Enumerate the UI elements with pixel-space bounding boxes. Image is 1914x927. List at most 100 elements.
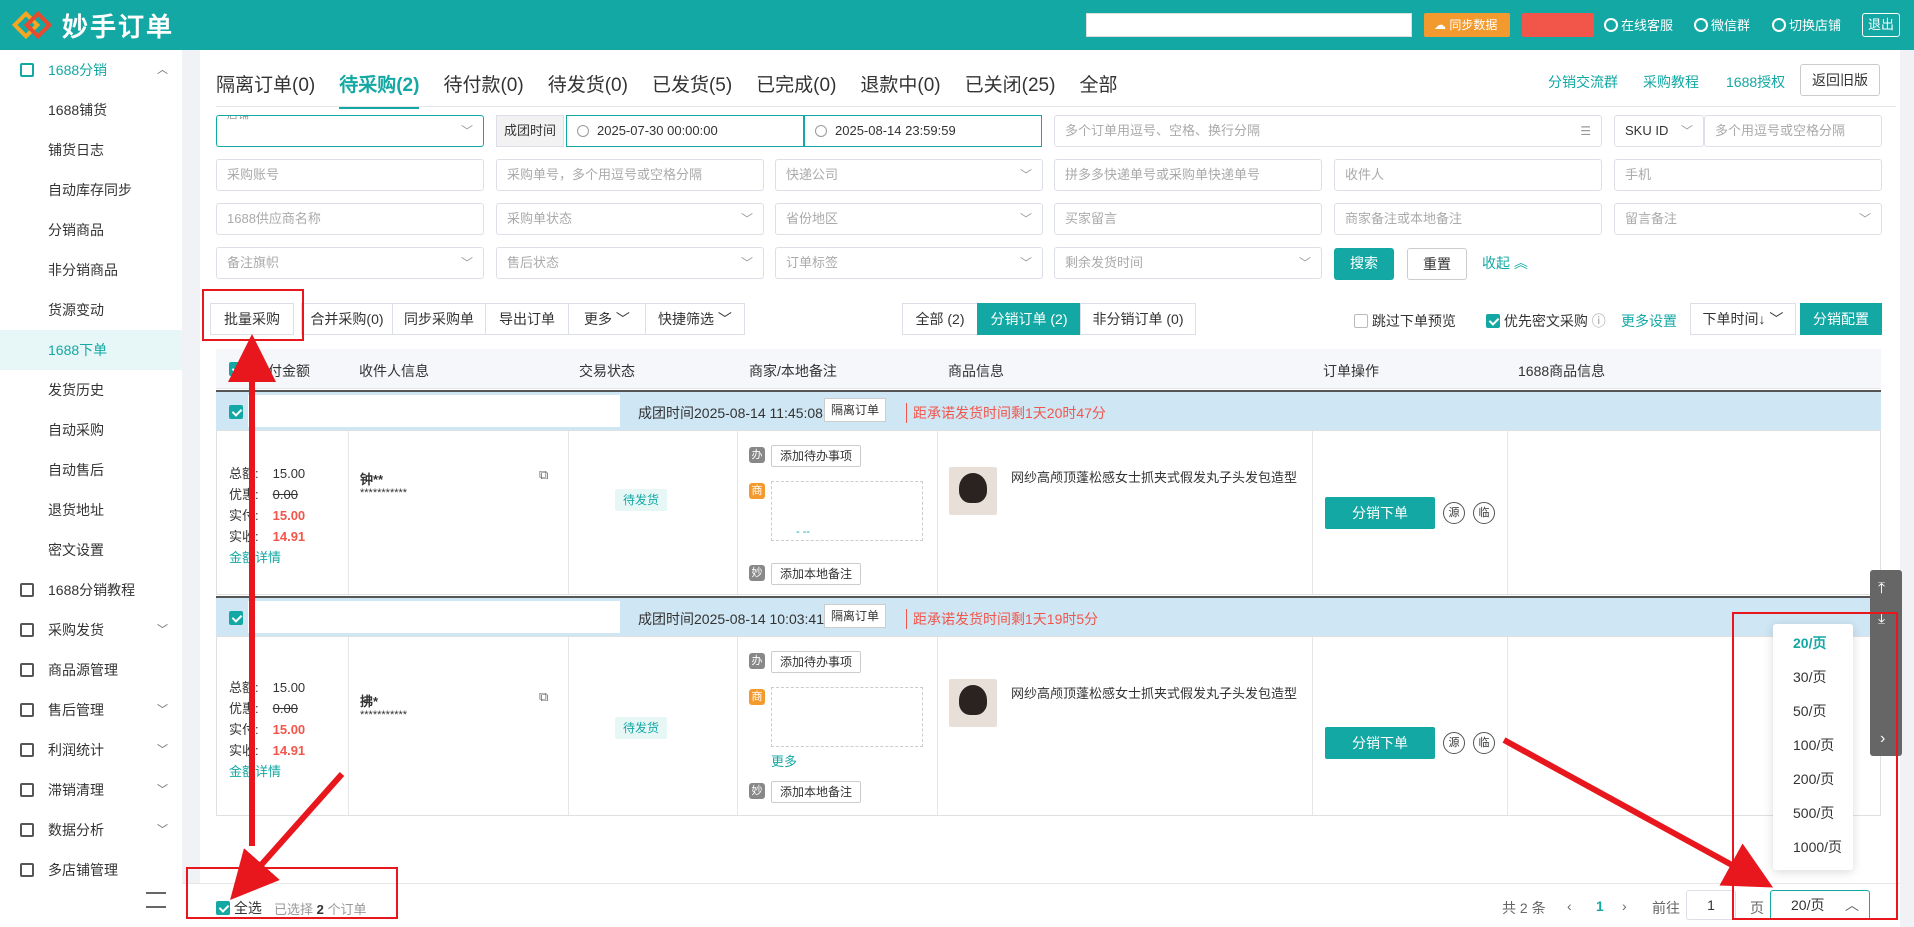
shop-select[interactable]: 店铺 ﹀ [216, 115, 484, 147]
purchase-status-select[interactable]: 采购单状态 ﹀ [496, 203, 764, 235]
amount-detail-link[interactable]: 金额详情 [229, 547, 305, 568]
sidebar-group[interactable]: 多店铺管理 [0, 850, 182, 890]
message-note-select[interactable]: 留言备注 ﹀ [1614, 203, 1882, 235]
sidebar-group[interactable]: 售后管理 ﹀ [0, 690, 182, 730]
product-image[interactable] [949, 467, 997, 515]
prefer-cipher-option[interactable]: 优先密文采购 ⓘ [1486, 311, 1606, 331]
tab-to-pay[interactable]: 待付款(0) [443, 70, 523, 109]
distribution-group-link[interactable]: 分销交流群 [1548, 72, 1618, 92]
filter-all-button[interactable]: 全部 (2) [902, 303, 978, 335]
more-settings-link[interactable]: 更多设置 [1621, 311, 1677, 331]
order-checkbox[interactable] [229, 405, 243, 420]
order-tag-select[interactable]: 订单标签 ﹀ [775, 247, 1043, 279]
sidebar-group[interactable]: 利润统计 ﹀ [0, 730, 182, 770]
sort-select[interactable]: 下单时间↓ ﹀ [1690, 303, 1796, 335]
merchant-note-input[interactable]: 商家备注或本地备注 [1334, 203, 1602, 235]
date-start-input[interactable]: 2025-07-30 00:00:00 [566, 115, 804, 147]
distribution-order-button[interactable]: 分销下单 [1325, 727, 1435, 759]
sidebar-group-1688[interactable]: 1688分销 ︿ [0, 50, 182, 90]
tab-isolated[interactable]: 隔离订单(0) [216, 70, 315, 109]
sidebar-item[interactable]: 自动采购 [0, 410, 182, 450]
old-version-button[interactable]: 返回旧版 [1800, 64, 1880, 96]
filter-distribution-button[interactable]: 分销订单 (2) [977, 303, 1081, 335]
next-page-button[interactable]: › [1622, 898, 1627, 914]
help-icon[interactable]: ⓘ [1592, 313, 1606, 329]
merge-purchase-button[interactable]: 合并采购(0) [301, 303, 393, 335]
product-title[interactable]: 网纱高颅顶蓬松感女士抓夹式假发丸子头发包造型 [1011, 467, 1297, 486]
quick-filter-button[interactable]: 快捷筛选 ﹀ [645, 303, 745, 335]
skip-preview-checkbox[interactable] [1354, 314, 1368, 328]
sidebar-item[interactable]: 分销商品 [0, 210, 182, 250]
region-select[interactable]: 省份地区 ﹀ [775, 203, 1043, 235]
sidebar-item[interactable]: 发货历史 [0, 370, 182, 410]
buyer-message-input[interactable]: 买家留言 [1054, 203, 1322, 235]
add-todo-button[interactable]: 添加待办事项 [771, 651, 862, 673]
filter-non-distribution-button[interactable]: 非分销订单 (0) [1080, 303, 1196, 335]
order-checkbox[interactable] [229, 611, 243, 626]
top-search-input[interactable] [1086, 13, 1412, 37]
batch-input-icon[interactable]: ☰ [1580, 116, 1591, 146]
reset-button[interactable]: 重置 [1407, 248, 1467, 280]
sidebar-item[interactable]: 自动售后 [0, 450, 182, 490]
distribution-order-button[interactable]: 分销下单 [1325, 497, 1435, 529]
sku-type-select[interactable]: SKU ID ﹀ [1614, 115, 1704, 147]
collapse-filters-link[interactable]: 收起 ︽ [1478, 248, 1532, 280]
export-orders-button[interactable]: 导出订单 [485, 303, 569, 335]
header-checkbox[interactable] [229, 362, 243, 376]
purchase-no-input[interactable]: 采购单号，多个用逗号或空格分隔 [496, 159, 764, 191]
more-link[interactable]: 更多 [771, 751, 797, 770]
tab-closed[interactable]: 已关闭(25) [965, 70, 1056, 109]
tab-to-ship[interactable]: 待发货(0) [548, 70, 628, 109]
product-image[interactable] [949, 679, 997, 727]
merchant-note-box[interactable]: - -- [771, 481, 923, 541]
collapse-sidebar-icon[interactable] [146, 892, 166, 908]
courier-select[interactable]: 快递公司 ﹀ [775, 159, 1043, 191]
copy-icon[interactable]: ⧉ [539, 689, 548, 705]
tracking-no-input[interactable]: 拼多多快递单号或采购单快递单号 [1054, 159, 1322, 191]
add-todo-button[interactable]: 添加待办事项 [771, 445, 862, 467]
phone-input[interactable]: 手机 [1614, 159, 1882, 191]
source-icon[interactable]: 源 [1443, 502, 1465, 524]
isolate-order-button[interactable]: 隔离订单 [824, 604, 887, 628]
sidebar-item-1688-order[interactable]: 1688下单 [0, 330, 182, 370]
online-service-link[interactable]: 在线客服 [1604, 15, 1673, 34]
merchant-note-box[interactable] [771, 687, 923, 747]
sidebar-item[interactable]: 非分销商品 [0, 250, 182, 290]
renew-button[interactable]: 续费/订购 [1522, 13, 1594, 37]
wechat-group-link[interactable]: 微信群 [1694, 15, 1750, 34]
add-local-note-button[interactable]: 添加本地备注 [771, 781, 862, 803]
sidebar-item[interactable]: 自动库存同步 [0, 170, 182, 210]
tab-shipped[interactable]: 已发货(5) [652, 70, 732, 109]
more-button[interactable]: 更多 ﹀ [568, 303, 646, 335]
sidebar-group[interactable]: 1688分销教程 [0, 570, 182, 610]
1688-auth-link[interactable]: 1688授权 [1726, 72, 1785, 92]
copy-icon[interactable]: ⧉ [539, 467, 548, 483]
tab-all[interactable]: 全部 [1079, 70, 1117, 109]
switch-shop-link[interactable]: 切换店铺 [1772, 15, 1841, 34]
supplier-input[interactable]: 1688供应商名称 [216, 203, 484, 235]
sidebar-item[interactable]: 退货地址 [0, 490, 182, 530]
tab-refunding[interactable]: 退款中(0) [860, 70, 940, 109]
sku-input[interactable]: 多个用逗号或空格分隔 [1704, 115, 1882, 147]
sync-data-button[interactable]: ☁ 同步数据 [1424, 13, 1510, 37]
isolate-order-button[interactable]: 隔离订单 [824, 398, 887, 422]
tab-to-purchase[interactable]: 待采购(2) [339, 70, 420, 109]
prev-page-button[interactable]: ‹ [1567, 898, 1572, 914]
sidebar-item[interactable]: 铺货日志 [0, 130, 182, 170]
purchase-tutorial-link[interactable]: 采购教程 [1643, 72, 1699, 92]
tab-completed[interactable]: 已完成(0) [756, 70, 836, 109]
sidebar-item[interactable]: 密文设置 [0, 530, 182, 570]
sync-purchase-button[interactable]: 同步采购单 [392, 303, 486, 335]
flag-select[interactable]: 备注旗帜 ﹀ [216, 247, 484, 279]
select-all-header[interactable] [229, 361, 243, 377]
aftersale-status-select[interactable]: 售后状态 ﹀ [496, 247, 764, 279]
remaining-time-select[interactable]: 剩余发货时间 ﹀ [1054, 247, 1322, 279]
logout-button[interactable]: 退出 [1862, 13, 1900, 37]
temp-icon[interactable]: 临 [1473, 732, 1495, 754]
sidebar-group[interactable]: 采购发货 ﹀ [0, 610, 182, 650]
temp-icon[interactable]: 临 [1473, 502, 1495, 524]
skip-preview-option[interactable]: 跳过下单预览 [1354, 311, 1456, 331]
prefer-cipher-checkbox[interactable] [1486, 314, 1500, 328]
date-end-input[interactable]: 2025-08-14 23:59:59 [804, 115, 1042, 147]
product-title[interactable]: 网纱高颅顶蓬松感女士抓夹式假发丸子头发包造型 [1011, 683, 1297, 702]
